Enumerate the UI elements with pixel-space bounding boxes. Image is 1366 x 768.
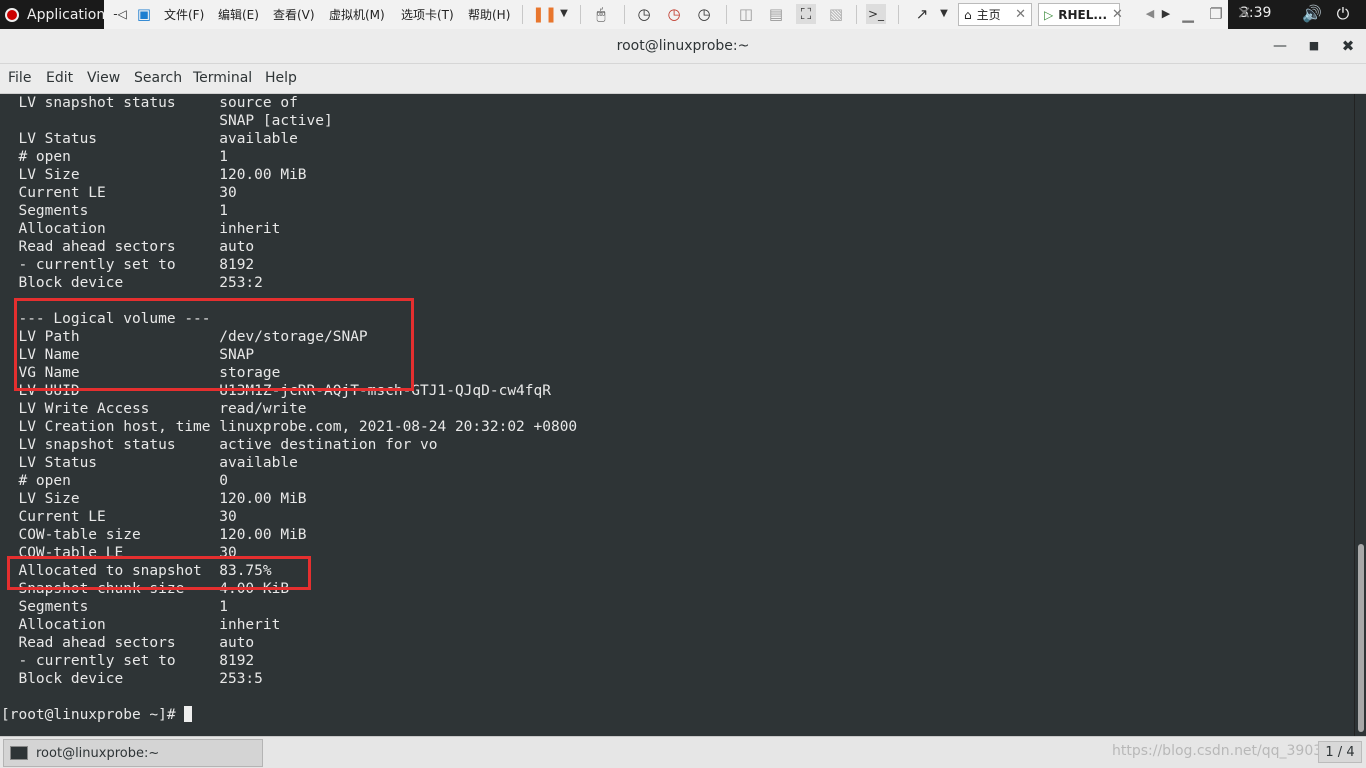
watermark: https://blog.csdn.net/qq_3903 bbox=[1112, 743, 1323, 759]
vm-icon: ▷ bbox=[1044, 7, 1054, 22]
terminal-line: LV snapshot status active destination fo… bbox=[1, 437, 438, 453]
terminal-line: Read ahead sectors auto bbox=[1, 635, 255, 651]
console-icon[interactable]: >_ bbox=[866, 4, 886, 24]
sidebar-icon[interactable]: ◫ bbox=[736, 4, 756, 24]
terminal-line: Block device 253:2 bbox=[1, 275, 263, 291]
terminal-line: # open 1 bbox=[1, 149, 228, 165]
close-icon[interactable]: ✕ bbox=[1112, 7, 1123, 22]
terminal-line: LV Status available bbox=[1, 131, 298, 147]
terminal-line: Block device 253:5 bbox=[1, 671, 263, 687]
scrollbar-thumb[interactable] bbox=[1358, 544, 1364, 732]
menu-help[interactable]: Help bbox=[265, 70, 297, 86]
separator bbox=[898, 5, 899, 24]
terminal-line: Allocation inherit bbox=[1, 221, 281, 237]
terminal-line: Current LE 30 bbox=[1, 509, 237, 525]
terminal-line: Allocation inherit bbox=[1, 617, 281, 633]
applications-menu[interactable]: Application bbox=[5, 0, 105, 29]
pin-icon[interactable]: -◁ bbox=[110, 4, 130, 24]
volume-icon[interactable]: 🔊 bbox=[1302, 4, 1322, 24]
terminal-line: - currently set to 8192 bbox=[1, 653, 255, 669]
highlight-box-allocated-snapshot bbox=[7, 556, 311, 590]
terminal-line: LV Size 120.00 MiB bbox=[1, 167, 307, 183]
vmware-logo-icon: ▣ bbox=[136, 5, 152, 23]
terminal-line: Current LE 30 bbox=[1, 185, 237, 201]
terminal-line: LV snapshot status source of bbox=[1, 95, 298, 111]
window-title-bar: root@linuxprobe:~ — ■ ✖ bbox=[0, 29, 1366, 64]
snapshot-icon[interactable]: ◷ bbox=[634, 4, 654, 24]
text-cursor bbox=[184, 706, 193, 722]
tab-rhel-label: RHEL... bbox=[1058, 7, 1108, 22]
pause-icon[interactable]: ❚❚ bbox=[532, 4, 557, 24]
restore-icon[interactable]: ❐ bbox=[1206, 4, 1226, 24]
separator bbox=[522, 5, 523, 24]
menu-view[interactable]: View bbox=[87, 70, 120, 86]
window-title: root@linuxprobe:~ bbox=[616, 38, 750, 54]
menu-file[interactable]: File bbox=[8, 70, 31, 86]
stretch-icon[interactable]: ↗ bbox=[912, 4, 932, 24]
close-button[interactable]: ✖ bbox=[1336, 29, 1360, 63]
fullscreen-icon[interactable]: ⛶ bbox=[796, 4, 816, 24]
applications-label: Application bbox=[27, 6, 106, 23]
separator bbox=[856, 5, 857, 24]
menu-edit[interactable]: Edit bbox=[46, 70, 73, 86]
separator bbox=[580, 5, 581, 24]
menu-edit[interactable]: 编辑(E) bbox=[218, 0, 259, 29]
tab-home[interactable]: ⌂ 主页 ✕ bbox=[958, 3, 1032, 26]
terminal-line: LV Creation host, time linuxprobe.com, 2… bbox=[1, 419, 578, 435]
minimize-button[interactable]: — bbox=[1268, 29, 1292, 63]
redhat-logo-icon bbox=[5, 7, 19, 22]
terminal-output[interactable]: LV snapshot status source of SNAP [activ… bbox=[0, 94, 1354, 736]
terminal-icon bbox=[10, 746, 28, 760]
snapshot-manager-icon[interactable]: ◷ bbox=[694, 4, 714, 24]
terminal-line: LV Size 120.00 MiB bbox=[1, 491, 307, 507]
tab-home-label: 主页 bbox=[976, 8, 1001, 22]
terminal-prompt-line: [root@linuxprobe ~]# bbox=[1, 706, 577, 724]
bottom-taskbar: root@linuxprobe:~ https://blog.csdn.net/… bbox=[0, 736, 1366, 768]
maximize-button[interactable]: ■ bbox=[1302, 29, 1326, 63]
menu-vm[interactable]: 虚拟机(M) bbox=[329, 0, 385, 29]
terminal-line: Segments 1 bbox=[1, 203, 228, 219]
power-icon[interactable]: ⏻ bbox=[1333, 4, 1353, 24]
terminal-line: COW-table size 120.00 MiB bbox=[1, 527, 307, 543]
terminal-line: Read ahead sectors auto bbox=[1, 239, 255, 255]
workspace-indicator[interactable]: 1 / 4 bbox=[1318, 741, 1362, 763]
tab-scroll-right-icon[interactable]: ▶ bbox=[1156, 4, 1176, 24]
home-icon: ⌂ bbox=[964, 7, 972, 22]
menu-view[interactable]: 查看(V) bbox=[273, 0, 315, 29]
send-keys-icon[interactable]: 🖱 bbox=[591, 4, 611, 24]
tab-rhel[interactable]: ▷ RHEL... ✕ bbox=[1038, 3, 1123, 26]
menu-tabs[interactable]: 选项卡(T) bbox=[401, 0, 454, 29]
separator bbox=[624, 5, 625, 24]
revert-snapshot-icon[interactable]: ◷ bbox=[664, 4, 684, 24]
thumbnail-icon[interactable]: ▤ bbox=[766, 4, 786, 24]
unity-icon[interactable]: ▧ bbox=[826, 4, 846, 24]
close-icon[interactable]: ✕ bbox=[1015, 7, 1026, 22]
menu-terminal[interactable]: Terminal bbox=[193, 70, 252, 86]
chevron-down-icon[interactable]: ▼ bbox=[554, 4, 574, 24]
minimize-icon[interactable]: ▁ bbox=[1178, 4, 1198, 24]
menu-help[interactable]: 帮助(H) bbox=[468, 0, 510, 29]
highlight-box-logical-volume bbox=[14, 298, 414, 391]
terminal-lines: LV snapshot status source of SNAP [activ… bbox=[1, 94, 577, 724]
terminal-line: SNAP [active] bbox=[1, 113, 333, 129]
terminal-line: LV Status available bbox=[1, 455, 298, 471]
terminal-menu-bar: File Edit View Search Terminal Help bbox=[0, 64, 1366, 94]
close-icon[interactable]: ✕ bbox=[1234, 4, 1254, 24]
menu-file[interactable]: 文件(F) bbox=[164, 0, 204, 29]
taskbar-window-button[interactable]: root@linuxprobe:~ bbox=[3, 739, 263, 767]
terminal-scrollbar[interactable] bbox=[1354, 94, 1366, 736]
terminal-line: # open 0 bbox=[1, 473, 228, 489]
taskbar-window-label: root@linuxprobe:~ bbox=[36, 745, 160, 761]
terminal-line: LV Write Access read/write bbox=[1, 401, 307, 417]
terminal-line: - currently set to 8192 bbox=[1, 257, 255, 273]
terminal-line: Segments 1 bbox=[1, 599, 228, 615]
chevron-down-icon[interactable]: ▼ bbox=[934, 4, 954, 24]
vmware-toolbar: -◁ ▣ 文件(F) 编辑(E) 查看(V) 虚拟机(M) 选项卡(T) 帮助(… bbox=[104, 0, 1252, 30]
shell-prompt: [root@linuxprobe ~]# bbox=[1, 707, 185, 723]
separator bbox=[726, 5, 727, 24]
menu-search[interactable]: Search bbox=[134, 70, 182, 86]
